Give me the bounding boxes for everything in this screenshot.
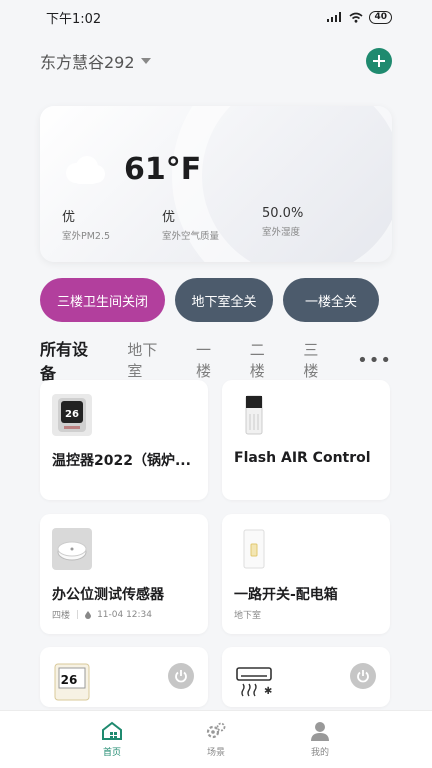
metric-value: 优 [62,210,76,225]
status-time: 下午1:02 [46,11,102,27]
metric-air-quality: 优 室外空气质量 [162,206,262,242]
home-icon [102,721,122,740]
profile-icon [311,722,329,741]
air-conditioner-icon: ✱ [234,661,274,703]
thermostat-display: 26 [65,409,79,420]
nav-label: 场景 [206,748,225,758]
cloud-icon [66,155,105,184]
device-card-air-conditioner[interactable]: ✱ [222,647,390,707]
nav-label: 我的 [310,748,329,758]
device-name: 办公位测试传感器 [52,587,164,603]
battery-indicator: 40 [369,10,392,24]
power-icon [357,670,369,683]
bottom-navigation: 首页 场景 我的 [0,710,432,768]
nav-profile[interactable]: 我的 [290,721,350,758]
svg-text:✱: ✱ [264,686,272,697]
status-bar: 下午1:02 40 [0,0,432,34]
device-card-sensor[interactable]: 办公位测试传感器 四楼 | 11-04 12:34 [40,514,208,634]
device-name: 一路开关-配电箱 [234,587,338,603]
power-button[interactable] [350,663,376,689]
signal-icon [327,12,342,22]
nav-scenes[interactable]: 场景 [186,721,246,758]
more-icon[interactable]: ••• [357,350,392,371]
device-card-switch[interactable]: 一路开关-配电箱 地下室 [222,514,390,634]
metric-value: 50.0% [262,206,304,221]
weather-card[interactable]: 61°F 优 室外PM2.5 优 室外空气质量 50.0% 室外湿度 [40,106,392,262]
scene-buttons: 三楼卫生间关闭 地下室全关 一楼全关 [40,278,379,322]
divider: | [76,609,80,620]
device-name: 温控器2022（锅炉... [52,453,191,469]
metric-pm25: 优 室外PM2.5 [62,206,162,242]
nav-label: 首页 [102,748,121,758]
sensor-icon [52,528,92,570]
metric-humidity: 50.0% 室外湿度 [262,206,362,242]
weather-summary: 61°F [62,152,201,187]
metric-label: 室外湿度 [262,227,301,238]
metric-label: 室外PM2.5 [62,231,111,242]
device-card-air-purifier[interactable]: Flash AIR Control [222,380,390,500]
caret-down-icon [140,58,151,64]
device-room: 四楼 [52,611,71,621]
device-card-thermostat[interactable]: 26 温控器2022（锅炉... [40,380,208,500]
status-icons: 40 [327,10,392,24]
scene-icon [206,722,226,739]
home-header: 东方慧谷292 [40,46,392,76]
device-room: 地下室 [234,611,262,621]
metric-value: 优 [162,210,176,225]
wifi-icon [349,12,363,23]
room-tabs: 所有设备 地下室 一楼 二楼 三楼 ••• [40,336,392,384]
thermostat-icon: 26 [52,661,92,703]
tab-basement[interactable]: 地下室 [127,339,172,381]
home-name: 东方慧谷292 [40,53,135,72]
tab-second-floor[interactable]: 二楼 [250,339,280,381]
device-meta: 地下室 [234,608,261,621]
air-purifier-icon [234,394,274,436]
metric-label: 室外空气质量 [162,231,220,242]
thermostat-display: 26 [61,673,78,687]
tab-all-devices[interactable]: 所有设备 [40,336,103,384]
tab-first-floor[interactable]: 一楼 [196,339,226,381]
device-timestamp: 11-04 12:34 [97,609,153,620]
home-selector[interactable]: 东方慧谷292 [40,49,151,73]
drop-icon [85,610,92,619]
device-card-thermostat-2[interactable]: 26 [40,647,208,707]
power-button[interactable] [168,663,194,689]
weather-metrics: 优 室外PM2.5 优 室外空气质量 50.0% 室外湿度 [62,206,372,242]
scene-button-bathroom-off[interactable]: 三楼卫生间关闭 [40,278,165,322]
thermostat-icon: 26 [52,394,92,436]
plus-icon [373,55,385,67]
device-name: Flash AIR Control [234,450,371,466]
power-icon [175,670,187,683]
switch-icon [234,528,274,570]
nav-home[interactable]: 首页 [82,721,142,758]
temperature: 61°F [124,152,202,187]
device-meta: 四楼 | 11-04 12:34 [52,608,153,622]
scene-button-basement-off[interactable]: 地下室全关 [175,278,273,322]
tab-third-floor[interactable]: 三楼 [303,339,333,381]
scene-button-first-floor-off[interactable]: 一楼全关 [283,278,379,322]
add-device-button[interactable] [366,48,392,74]
